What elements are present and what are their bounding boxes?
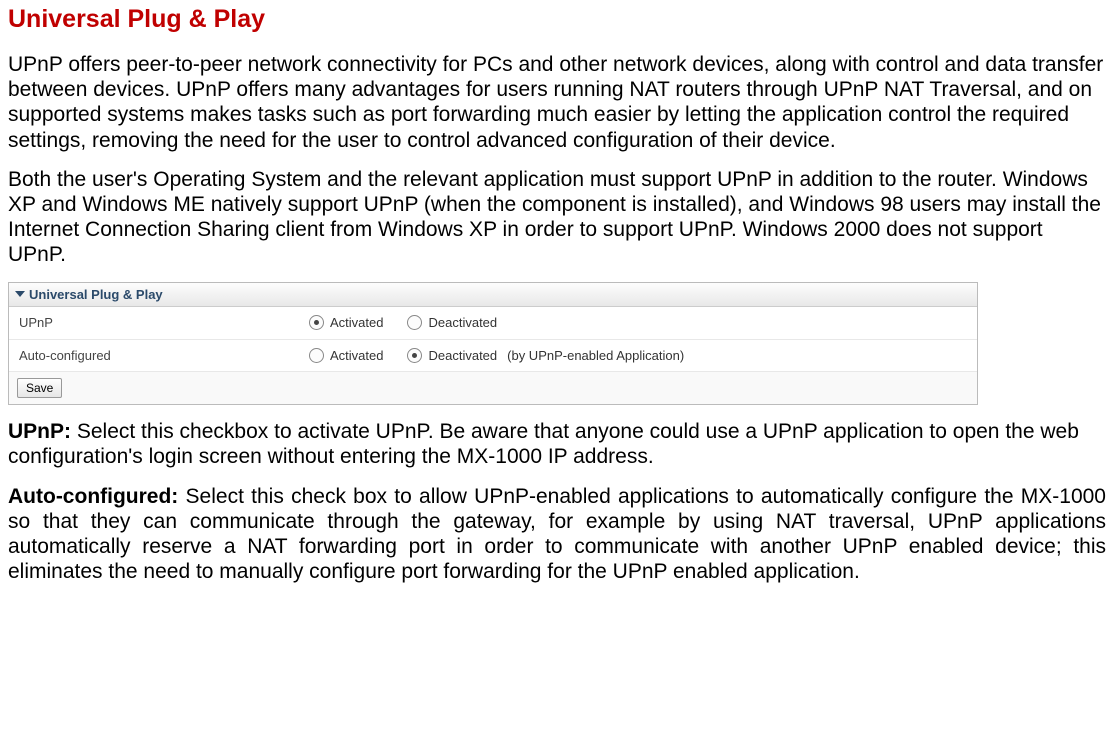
upnp-activated-radio[interactable] [309, 315, 324, 330]
autoconf-activated-radio[interactable] [309, 348, 324, 363]
desc-upnp-bold: UPnP: [8, 420, 77, 443]
panel-footer: Save [9, 372, 977, 404]
row-upnp: UPnP Activated Deactivated [9, 307, 977, 340]
row-upnp-controls: Activated Deactivated [309, 315, 515, 331]
intro-paragraph-1: UPnP offers peer-to-peer network connect… [8, 52, 1106, 153]
upnp-deactivated-label: Deactivated [428, 315, 497, 331]
upnp-deactivated-radio[interactable] [407, 315, 422, 330]
panel-header: Universal Plug & Play [9, 283, 977, 308]
row-autoconf-controls: Activated Deactivated (by UPnP-enabled A… [309, 348, 684, 364]
desc-autoconf: Auto-configured: Select this check box t… [8, 484, 1106, 585]
autoconf-deactivated-radio[interactable] [407, 348, 422, 363]
upnp-settings-panel: Universal Plug & Play UPnP Activated Dea… [8, 282, 978, 406]
panel-header-label: Universal Plug & Play [29, 287, 163, 303]
row-upnp-label: UPnP [19, 315, 309, 331]
autoconf-activated-label: Activated [330, 348, 383, 364]
page-title: Universal Plug & Play [8, 4, 1106, 34]
desc-autoconf-bold: Auto-configured: [8, 485, 186, 508]
autoconf-deactivated-label: Deactivated [428, 348, 497, 364]
autoconf-suffix: (by UPnP-enabled Application) [507, 348, 684, 364]
row-autoconf-label: Auto-configured [19, 348, 309, 364]
row-autoconf: Auto-configured Activated Deactivated (b… [9, 340, 977, 373]
desc-upnp-text: Select this checkbox to activate UPnP. B… [8, 420, 1079, 468]
intro-paragraph-2: Both the user's Operating System and the… [8, 167, 1106, 268]
collapse-icon[interactable] [15, 291, 25, 297]
desc-upnp: UPnP: Select this checkbox to activate U… [8, 419, 1106, 469]
save-button[interactable]: Save [17, 378, 62, 398]
upnp-activated-label: Activated [330, 315, 383, 331]
